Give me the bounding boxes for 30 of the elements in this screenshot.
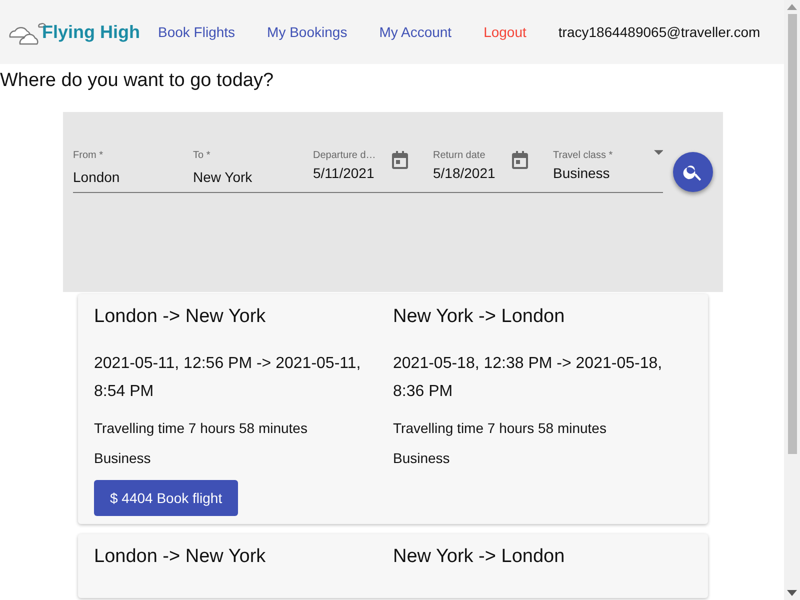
calendar-icon[interactable] — [511, 150, 529, 170]
search-button[interactable] — [673, 152, 713, 192]
route-title: London -> New York — [94, 546, 267, 568]
scroll-up-arrow-icon[interactable] — [787, 4, 797, 10]
page-heading: Where do you want to go today? — [0, 70, 275, 92]
form-field[interactable]: Return date 5/18/2021 — [433, 150, 553, 192]
nav-link[interactable]: My Account — [379, 24, 452, 40]
travel-time: Travelling time 7 hours 58 minutes — [393, 420, 608, 436]
dropdown-caret-icon[interactable] — [654, 150, 663, 155]
form-field[interactable]: Travel class * Business — [553, 150, 663, 192]
travel-class: Business — [393, 450, 451, 466]
flight-times: 2021-05-18, 12:38 PM -> 2021-05-18, 8:36 PM — [393, 354, 664, 402]
nav-link[interactable]: My Bookings — [267, 24, 348, 40]
scrollbar[interactable] — [784, 0, 800, 600]
scrollbar-thumb[interactable] — [788, 14, 796, 454]
calendar-icon[interactable] — [391, 150, 409, 170]
route-title: New York -> London — [393, 306, 566, 328]
user-email: tracy1864489065@traveller.com — [558, 24, 760, 40]
form-field[interactable]: Departure d… 5/11/2021 — [313, 150, 433, 192]
route-title: London -> New York — [94, 306, 267, 328]
form-field[interactable]: To * New York — [193, 150, 313, 192]
logo-text[interactable]: Flying High — [42, 22, 140, 43]
scroll-down-arrow-icon[interactable] — [787, 590, 797, 596]
travel-class: Business — [94, 450, 152, 466]
form-field[interactable]: From * London — [73, 150, 193, 192]
nav-link[interactable]: Book Flights — [158, 24, 236, 40]
route-title: New York -> London — [393, 546, 566, 568]
book-flight-button[interactable]: $ 4404 Book flight — [94, 480, 238, 516]
travel-time: Travelling time 7 hours 58 minutes — [94, 420, 308, 436]
flight-times: 2021-05-11, 12:56 PM -> 2021-05-11, 8:54 PM — [94, 354, 362, 402]
